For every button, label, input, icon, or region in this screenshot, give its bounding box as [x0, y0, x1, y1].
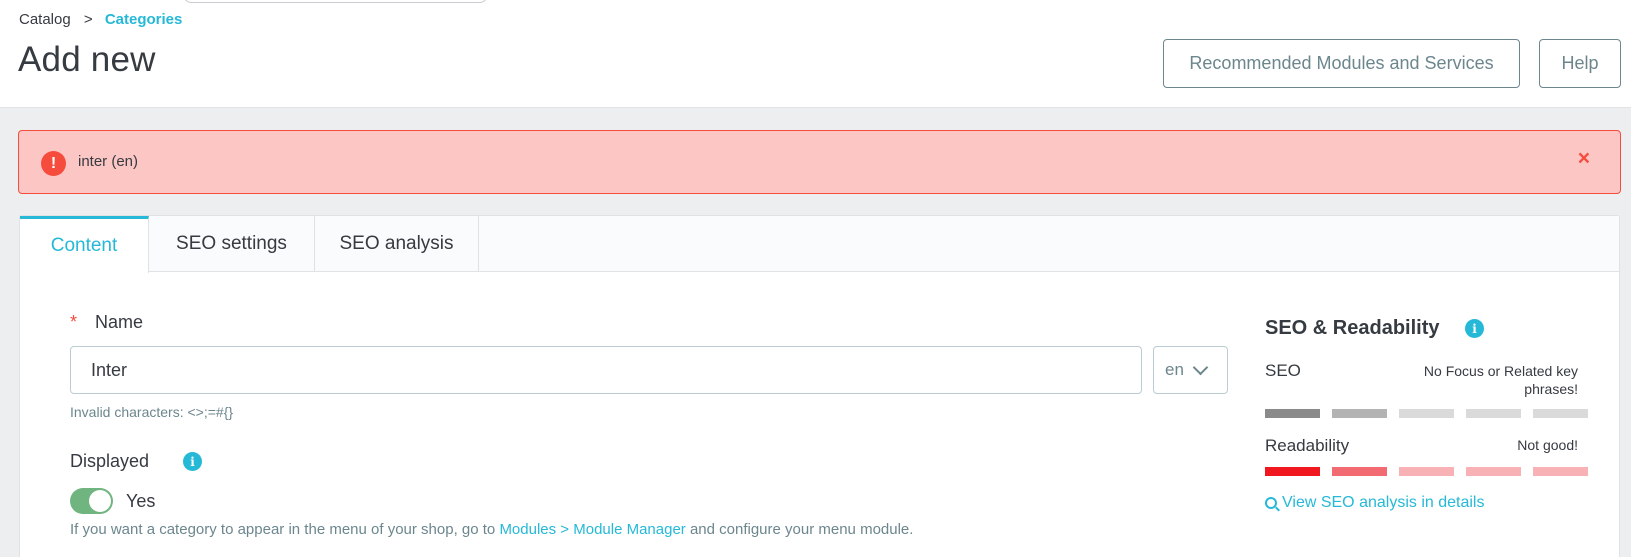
- help-text-after: and configure your menu module.: [685, 521, 914, 538]
- toggle-label: Yes: [126, 491, 156, 511]
- readability-bar: [1332, 467, 1387, 476]
- readability-status: Not good!: [1517, 437, 1578, 453]
- tab-bar: Content SEO settings SEO analysis: [20, 216, 1619, 273]
- exclamation-icon: !: [41, 151, 66, 176]
- close-icon[interactable]: ×: [1578, 148, 1590, 169]
- page-header: Catalog > Categories Add new Recommended…: [0, 0, 1631, 108]
- readability-bar: [1265, 467, 1320, 476]
- search-icon: [1265, 497, 1277, 509]
- search-input[interactable]: [183, 0, 488, 3]
- breadcrumb-categories[interactable]: Categories: [105, 11, 183, 28]
- language-value: en: [1165, 360, 1184, 379]
- menu-help-text: If you want a category to appear in the …: [70, 521, 913, 538]
- view-seo-analysis-label: View SEO analysis in details: [1282, 494, 1485, 511]
- toggle-knob: [89, 490, 111, 512]
- displayed-toggle[interactable]: [70, 488, 113, 514]
- seo-label: SEO: [1265, 361, 1301, 380]
- breadcrumb-catalog[interactable]: Catalog: [19, 11, 71, 28]
- info-icon[interactable]: i: [1465, 319, 1484, 338]
- name-input[interactable]: Inter: [70, 346, 1142, 394]
- name-label: Name: [95, 312, 144, 332]
- view-seo-analysis-link[interactable]: View SEO analysis in details: [1265, 494, 1484, 512]
- error-alert: ! inter (en) ×: [18, 130, 1621, 194]
- tab-content[interactable]: Content: [20, 216, 149, 273]
- seo-status: No Focus or Related key phrases!: [1423, 363, 1578, 397]
- required-mark: *: [70, 312, 78, 332]
- seo-bar: [1265, 409, 1320, 418]
- breadcrumb-separator: >: [83, 11, 93, 28]
- readability-bar: [1466, 467, 1521, 476]
- readability-bar: [1533, 467, 1588, 476]
- language-select[interactable]: en: [1153, 346, 1228, 394]
- chevron-down-icon: [1192, 359, 1209, 375]
- readability-label: Readability: [1265, 436, 1350, 455]
- recommended-modules-button[interactable]: Recommended Modules and Services: [1163, 39, 1520, 88]
- seo-bar: [1533, 409, 1588, 418]
- alert-message: inter (en): [78, 153, 139, 170]
- page-title: Add new: [18, 40, 156, 79]
- invalid-characters-hint: Invalid characters: <>;=#{}: [70, 404, 234, 420]
- help-text-before: If you want a category to appear in the …: [70, 521, 500, 538]
- module-manager-link[interactable]: Modules > Module Manager: [499, 521, 685, 538]
- help-button[interactable]: Help: [1539, 39, 1621, 88]
- displayed-label: Displayed: [70, 451, 150, 471]
- breadcrumb: Catalog > Categories: [19, 11, 182, 28]
- info-icon[interactable]: i: [183, 452, 202, 471]
- seo-panel-title: SEO & Readability: [1265, 317, 1440, 339]
- tab-seo-settings[interactable]: SEO settings: [149, 216, 315, 272]
- seo-bar: [1399, 409, 1454, 418]
- tab-seo-analysis[interactable]: SEO analysis: [315, 216, 479, 272]
- seo-bar: [1332, 409, 1387, 418]
- seo-score-bars: [1265, 409, 1588, 418]
- readability-bar: [1399, 467, 1454, 476]
- category-form-card: Content SEO settings SEO analysis * Name…: [19, 215, 1620, 557]
- readability-score-bars: [1265, 467, 1588, 476]
- seo-bar: [1466, 409, 1521, 418]
